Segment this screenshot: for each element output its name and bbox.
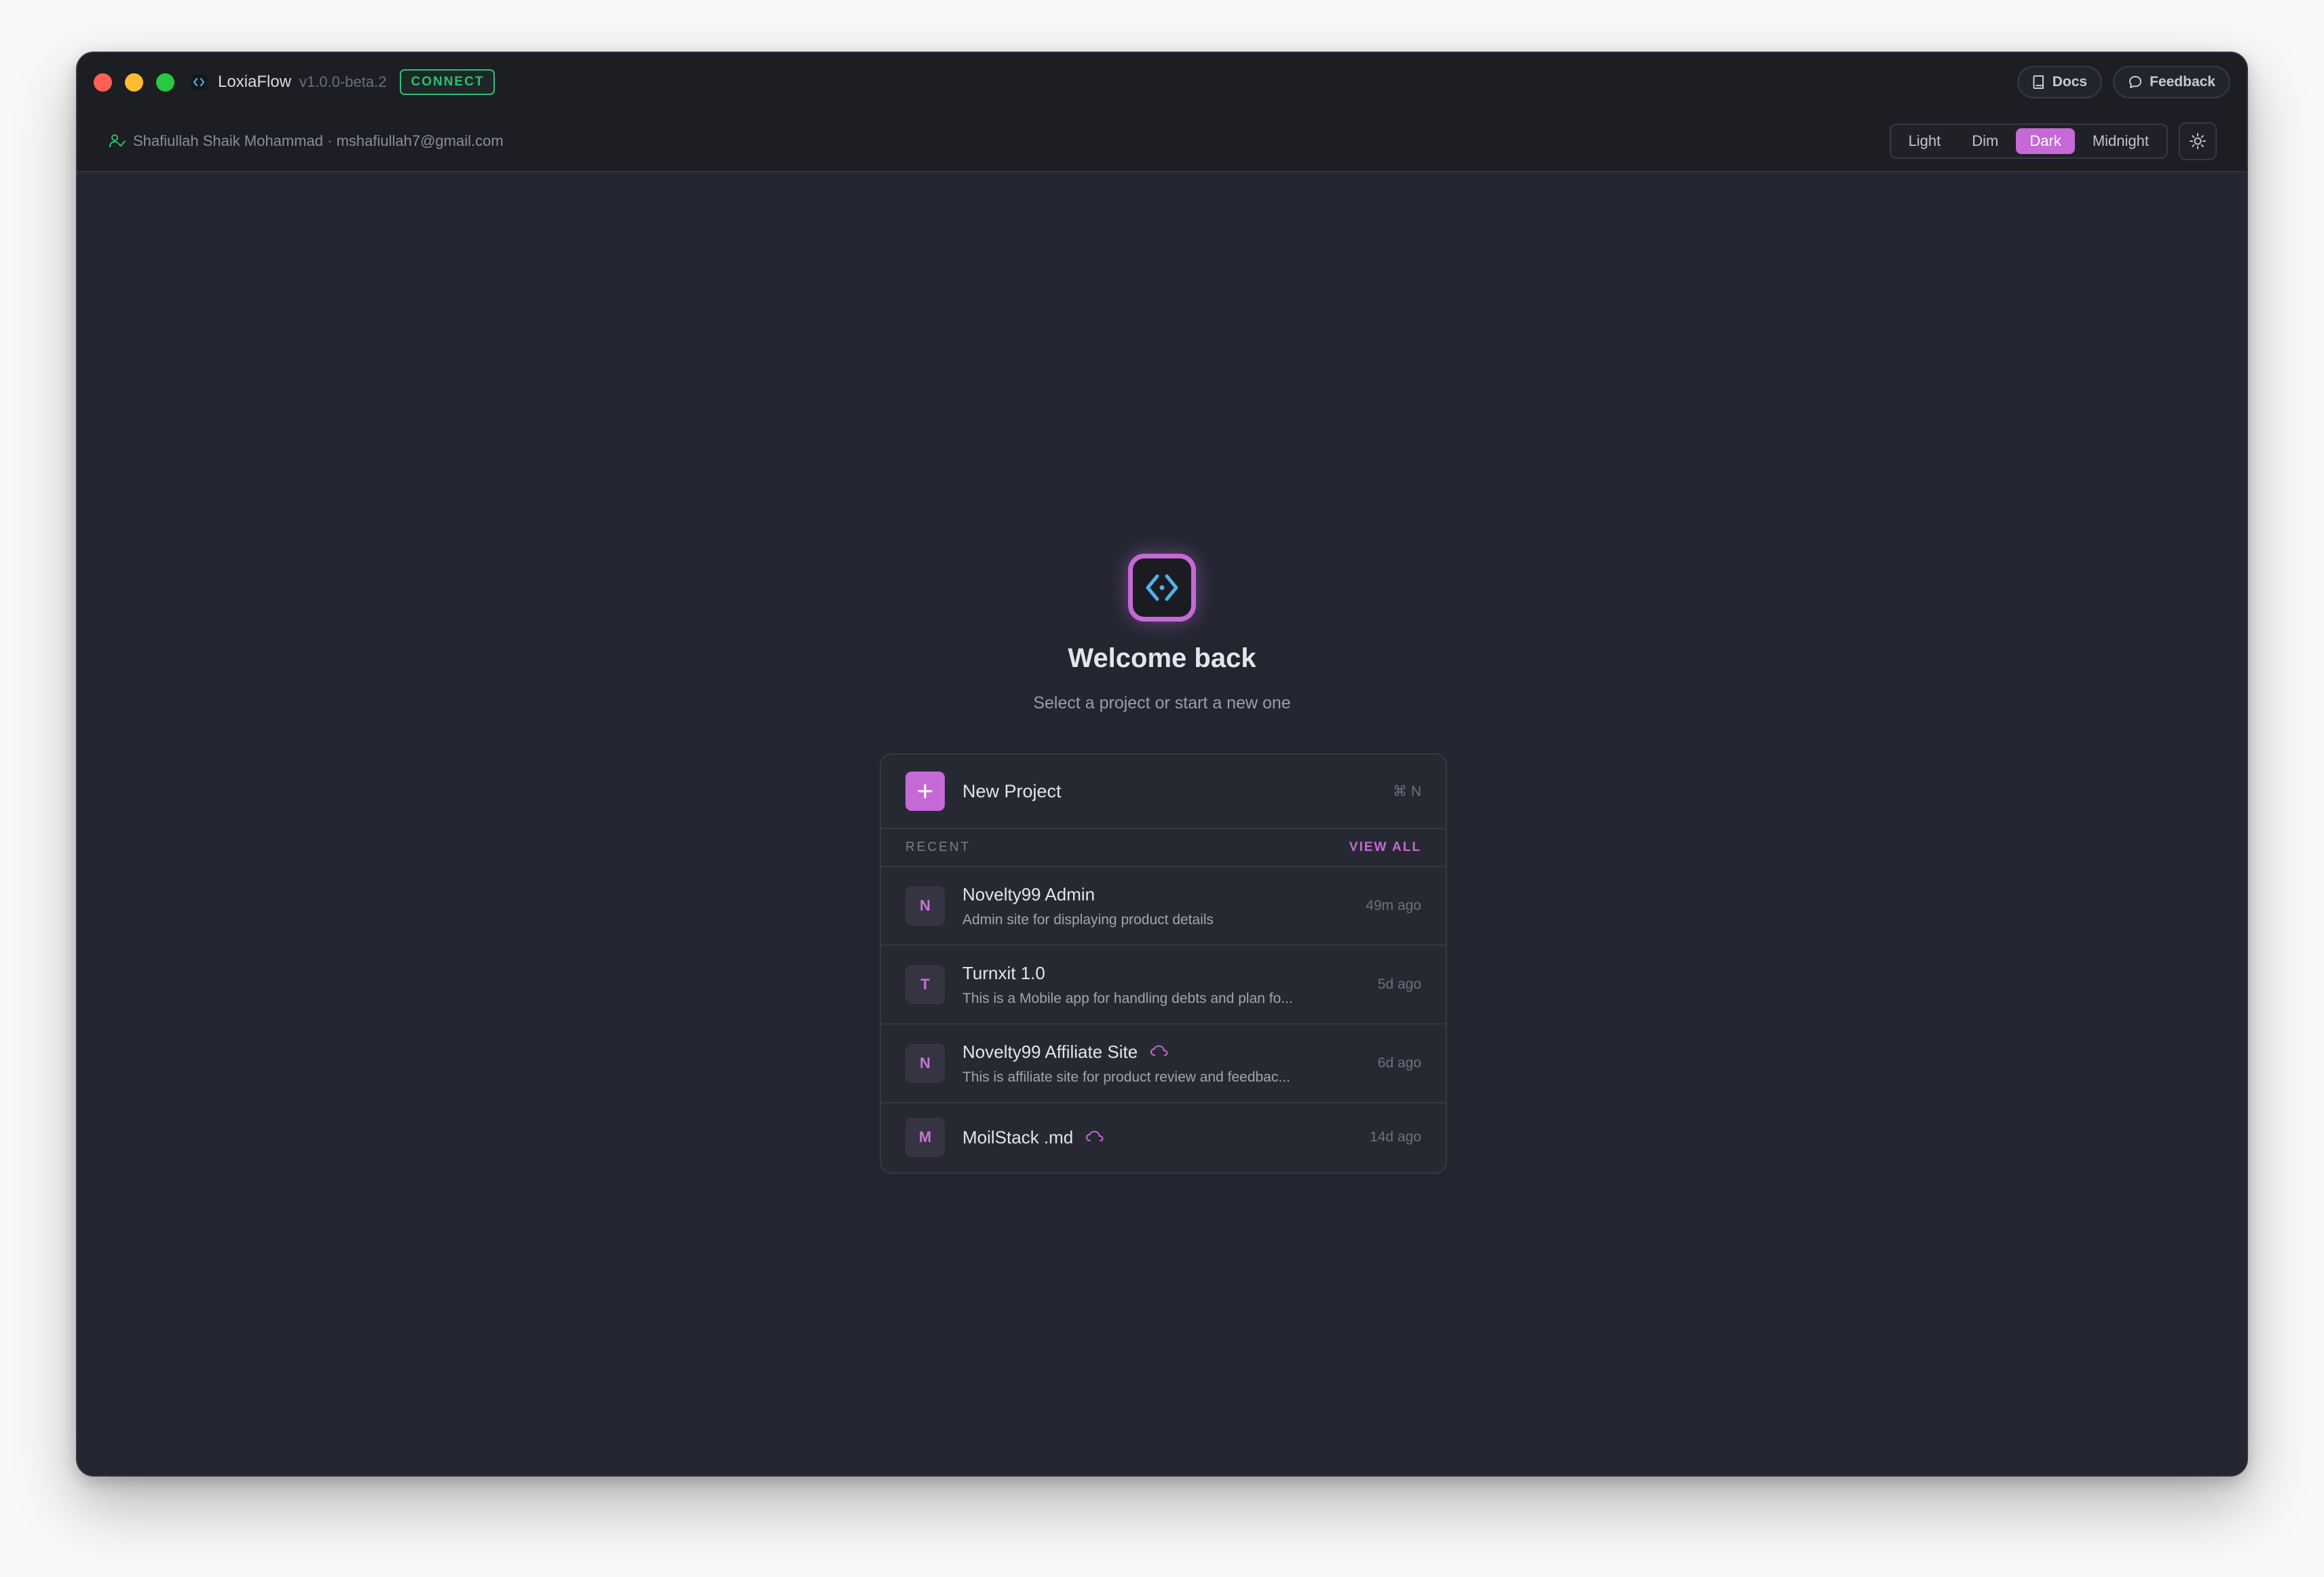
recent-project-row[interactable]: M MoilStack .md 14d ago: [881, 1103, 1446, 1171]
new-project-shortcut: ⌘ N: [1393, 783, 1421, 799]
project-time: 6d ago: [1377, 1055, 1421, 1071]
cloud-sync-icon: [1150, 1045, 1168, 1056]
project-name: Turnxit 1.0: [962, 962, 1045, 983]
app-version: v1.0.0-beta.2: [299, 73, 387, 90]
plus-icon: [905, 772, 945, 811]
cloud-sync-icon: [1086, 1130, 1104, 1141]
connect-button[interactable]: CONNECT: [400, 69, 495, 95]
project-avatar: N: [905, 886, 945, 926]
app-logo-icon: [189, 73, 208, 92]
theme-option-dark[interactable]: Dark: [2016, 128, 2075, 154]
maximize-window-button[interactable]: [156, 73, 174, 92]
recent-project-row[interactable]: T Turnxit 1.0 This is a Mobile app for h…: [881, 946, 1446, 1025]
new-project-button[interactable]: New Project ⌘ N: [881, 755, 1446, 829]
title-bar: LoxiaFlow v1.0.0-beta.2 CONNECT Docs Fee…: [77, 53, 2247, 111]
project-avatar: N: [905, 1044, 945, 1083]
user-check-icon: [109, 134, 126, 147]
recent-project-row[interactable]: N Novelty99 Admin Admin site for display…: [881, 867, 1446, 946]
project-name: Novelty99 Affiliate Site: [962, 1041, 1138, 1062]
project-name: Novelty99 Admin: [962, 884, 1095, 905]
appearance-settings-button[interactable]: [2179, 122, 2217, 160]
welcome-screen: Welcome back Select a project or start a…: [77, 172, 2247, 1475]
minimize-window-button[interactable]: [125, 73, 143, 92]
project-description: This is affiliate site for product revie…: [962, 1069, 1290, 1085]
recent-label: RECENT: [905, 840, 971, 854]
project-time: 14d ago: [1370, 1129, 1421, 1145]
user-info: Shafiullah Shaik Mohammad · mshafiullah7…: [109, 132, 504, 150]
welcome-subtitle: Select a project or start a new one: [1033, 694, 1291, 712]
feedback-label: Feedback: [2150, 74, 2215, 90]
chat-bubble-icon: [2129, 76, 2142, 88]
app-hero-logo-icon: [1128, 554, 1196, 622]
window-controls: [94, 73, 174, 92]
user-bar: Shafiullah Shaik Mohammad · mshafiullah7…: [77, 111, 2247, 172]
close-window-button[interactable]: [94, 73, 112, 92]
theme-option-light[interactable]: Light: [1895, 128, 1955, 154]
app-name: LoxiaFlow: [218, 73, 292, 91]
project-description: This is a Mobile app for handling debts …: [962, 990, 1293, 1006]
feedback-button[interactable]: Feedback: [2113, 66, 2230, 98]
project-name: MoilStack .md: [962, 1126, 1074, 1147]
recent-project-row[interactable]: N Novelty99 Affiliate Site This is affil…: [881, 1025, 1446, 1103]
docs-label: Docs: [2052, 74, 2088, 90]
docs-button[interactable]: Docs: [2017, 66, 2103, 98]
project-picker-card: New Project ⌘ N RECENT VIEW ALL N Novelt…: [880, 753, 1447, 1174]
project-avatar: M: [905, 1118, 945, 1157]
welcome-title: Welcome back: [1068, 643, 1256, 673]
theme-option-midnight[interactable]: Midnight: [2079, 128, 2162, 154]
view-all-link[interactable]: VIEW ALL: [1349, 840, 1421, 855]
sun-icon: [2190, 133, 2206, 149]
project-avatar: T: [905, 965, 945, 1004]
project-time: 5d ago: [1377, 976, 1421, 992]
theme-option-dim[interactable]: Dim: [1958, 128, 2012, 154]
new-project-label: New Project: [962, 780, 1062, 801]
app-window: LoxiaFlow v1.0.0-beta.2 CONNECT Docs Fee…: [76, 52, 2248, 1477]
theme-switcher: Light Dim Dark Midnight: [1889, 124, 2168, 159]
book-icon: [2033, 75, 2044, 89]
project-time: 49m ago: [1366, 898, 1421, 913]
project-description: Admin site for displaying product detail…: [962, 911, 1214, 928]
user-account-text: Shafiullah Shaik Mohammad · mshafiullah7…: [133, 132, 504, 149]
recent-header: RECENT VIEW ALL: [881, 829, 1446, 867]
